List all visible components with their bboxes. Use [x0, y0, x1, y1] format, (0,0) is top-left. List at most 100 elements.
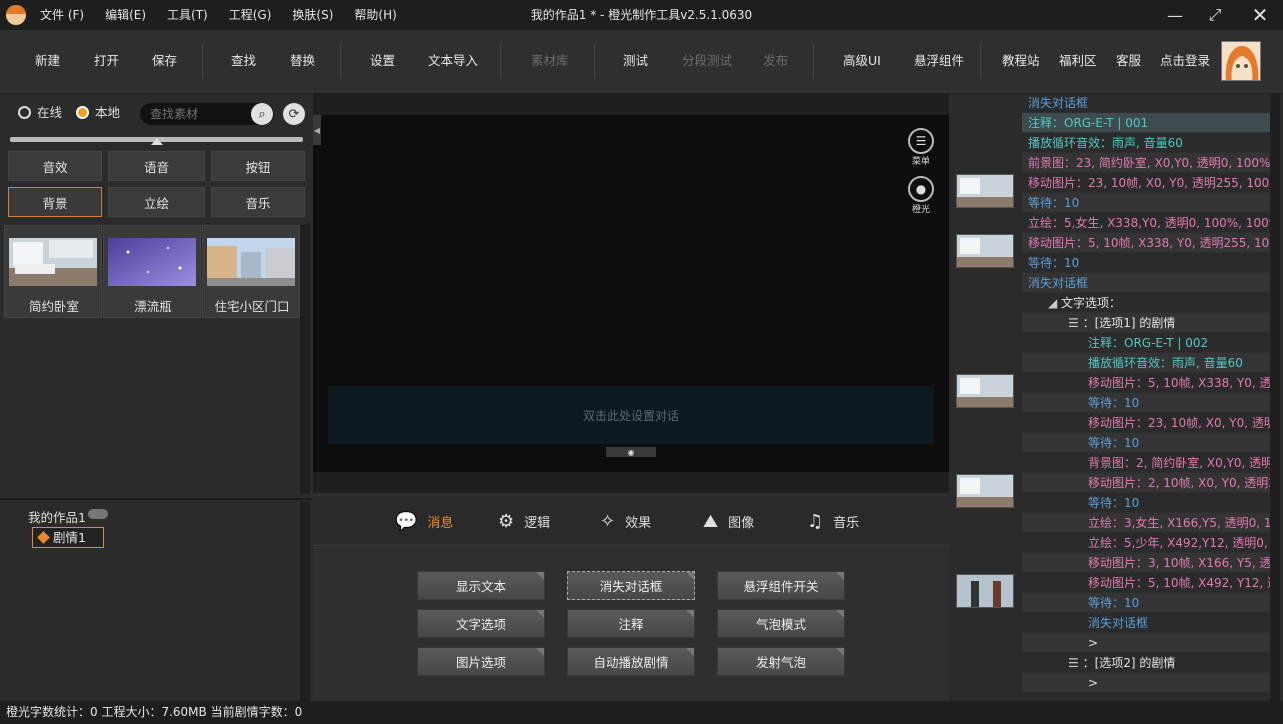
eye-icon[interactable]: [88, 509, 108, 519]
search-icon[interactable]: ⌕: [251, 103, 273, 125]
asset-scrollbar[interactable]: [300, 224, 310, 494]
bubble-mode-button[interactable]: 气泡模式: [717, 609, 845, 638]
script-line[interactable]: 立绘：3,女生, X166,Y5, 透明0, 100%: [1022, 513, 1270, 533]
menu-project[interactable]: 工程(G): [229, 0, 272, 30]
script-line[interactable]: 播放循环音效：雨声, 音量60: [1022, 133, 1270, 153]
floating-widget-button[interactable]: 悬浮组件: [914, 30, 964, 92]
script-scrollbar[interactable]: [1270, 93, 1280, 701]
category-sfx[interactable]: 音效: [8, 151, 102, 181]
script-line[interactable]: 背景图：2, 简约卧室, X0,Y0, 透明0, 1: [1022, 453, 1270, 473]
script-line-text: 背景图：2, 简约卧室, X0,Y0, 透明0, 1: [1088, 456, 1270, 470]
restore-button[interactable]: ⤢: [1195, 0, 1235, 30]
autoplay-button[interactable]: 自动播放剧情: [567, 647, 695, 676]
script-line[interactable]: 等待：10: [1022, 593, 1270, 613]
script-line[interactable]: 立绘：5,少年, X492,Y12, 透明0, 100%: [1022, 533, 1270, 553]
menu-tools[interactable]: 工具(T): [167, 0, 208, 30]
script-line[interactable]: ◢ 文字选项：: [1022, 293, 1270, 313]
menu-skin[interactable]: 换肤(S): [292, 0, 333, 30]
service-link[interactable]: 客服: [1116, 30, 1141, 92]
script-line[interactable]: 移动图片：5, 10帧, X338, Y0, 透明0, 1: [1022, 373, 1270, 393]
preview-menu-button[interactable]: ☰ 菜单: [907, 128, 935, 167]
show-text-button[interactable]: 显示文本: [417, 571, 545, 600]
script-line[interactable]: 等待：10: [1022, 393, 1270, 413]
script-line[interactable]: 立绘：5,女生, X338,Y0, 透明0, 100%, 100%: [1022, 213, 1270, 233]
script-line[interactable]: 注释：ORG-E-T | 001: [1022, 113, 1270, 133]
category-button[interactable]: 按钮: [211, 151, 305, 181]
asset-item[interactable]: 住宅小区门口: [202, 225, 300, 318]
script-line[interactable]: 等待：10: [1022, 253, 1270, 273]
tab-music[interactable]: ♫ 音乐: [807, 496, 859, 546]
script-line[interactable]: 移动图片：2, 10帧, X0, Y0, 透明255,: [1022, 473, 1270, 493]
script-line[interactable]: 等待：10: [1022, 493, 1270, 513]
menu-help[interactable]: 帮助(H): [354, 0, 396, 30]
script-line[interactable]: ☰ ：[选项2] 的剧情: [1022, 653, 1270, 673]
asset-library-button[interactable]: 素材库: [531, 30, 569, 92]
find-button[interactable]: 查找: [231, 30, 256, 92]
open-button[interactable]: 打开: [94, 30, 119, 92]
refresh-icon[interactable]: ⟳: [283, 103, 305, 125]
category-music[interactable]: 音乐: [211, 187, 305, 217]
tab-logic[interactable]: ⚙ 逻辑: [498, 496, 550, 546]
category-voice[interactable]: 语音: [108, 151, 205, 181]
menu-file[interactable]: 文件 (F): [40, 0, 84, 30]
close-button[interactable]: ✕: [1240, 0, 1280, 30]
new-button[interactable]: 新建: [35, 30, 60, 92]
slider-handle[interactable]: [151, 138, 163, 145]
replace-button[interactable]: 替换: [290, 30, 315, 92]
script-line[interactable]: 移动图片：5, 10帧, X338, Y0, 透明255, 100%: [1022, 233, 1270, 253]
settings-button[interactable]: 设置: [370, 30, 395, 92]
script-line[interactable]: ☰ ：[选项1] 的剧情: [1022, 313, 1270, 333]
test-button[interactable]: 测试: [623, 30, 648, 92]
script-line[interactable]: >: [1022, 633, 1270, 653]
toggle-visibility-icon[interactable]: ◉: [606, 447, 656, 457]
script-line[interactable]: >: [1022, 673, 1270, 693]
script-line-text: ：[选项2] 的剧情: [1082, 656, 1176, 670]
tree-scrollbar[interactable]: [300, 501, 310, 701]
preview-orange-button[interactable]: ● 橙光: [907, 176, 935, 215]
script-line[interactable]: 等待：10: [1022, 193, 1270, 213]
toolbar-divider: [980, 43, 981, 79]
text-option-button[interactable]: 文字选项: [417, 609, 545, 638]
script-line[interactable]: 移动图片：5, 10帧, X492, Y12, 透明2: [1022, 573, 1270, 593]
dialog-box[interactable]: 双击此处设置对话: [328, 386, 934, 444]
tab-message[interactable]: 💬 消息: [395, 496, 453, 546]
login-link[interactable]: 点击登录: [1160, 30, 1210, 92]
script-line[interactable]: 播放循环音效：雨声, 音量60: [1022, 353, 1270, 373]
category-character[interactable]: 立绘: [108, 187, 205, 217]
script-line[interactable]: 消失对话框: [1022, 273, 1270, 293]
script-line[interactable]: 前景图：23, 简约卧室, X0,Y0, 透明0, 100%, 1: [1022, 153, 1270, 173]
image-option-button[interactable]: 图片选项: [417, 647, 545, 676]
save-button[interactable]: 保存: [152, 30, 177, 92]
script-line[interactable]: 消失对话框: [1022, 93, 1270, 113]
hide-dialog-button[interactable]: 消失对话框: [567, 571, 695, 600]
collapse-triangle-icon[interactable]: ◢: [1048, 296, 1061, 310]
tab-image[interactable]: ⛰ 图像: [703, 496, 754, 546]
menu-edit[interactable]: 编辑(E): [105, 0, 146, 30]
floating-toggle-button[interactable]: 悬浮组件开关: [717, 571, 845, 600]
collapse-left-icon[interactable]: ◀: [313, 115, 321, 145]
minimize-button[interactable]: —: [1155, 0, 1195, 30]
project-name[interactable]: 我的作品1: [28, 507, 86, 526]
advanced-ui-button[interactable]: 高级UI: [843, 30, 881, 92]
script-line[interactable]: 消失对话框: [1022, 613, 1270, 633]
comment-button[interactable]: 注释: [567, 609, 695, 638]
asset-item[interactable]: 漂流瓶: [103, 225, 201, 318]
local-radio[interactable]: [76, 106, 89, 119]
text-import-button[interactable]: 文本导入: [428, 30, 478, 92]
user-avatar[interactable]: [1221, 41, 1261, 81]
welfare-link[interactable]: 福利区: [1059, 30, 1097, 92]
script-line[interactable]: 等待：10: [1022, 433, 1270, 453]
script-line[interactable]: 移动图片：23, 10帧, X0, Y0, 透明255, 100%: [1022, 173, 1270, 193]
script-line[interactable]: 移动图片：3, 10帧, X166, Y5, 透明25: [1022, 553, 1270, 573]
category-background[interactable]: 背景: [8, 187, 102, 217]
online-radio[interactable]: [18, 106, 31, 119]
tutorial-link[interactable]: 教程站: [1002, 30, 1040, 92]
publish-button[interactable]: 发布: [763, 30, 788, 92]
segment-test-button[interactable]: 分段测试: [682, 30, 732, 92]
script-line[interactable]: 注释：ORG-E-T | 002: [1022, 333, 1270, 353]
asset-item[interactable]: 简约卧室: [4, 225, 102, 318]
script-line[interactable]: 移动图片：23, 10帧, X0, Y0, 透明0, 1: [1022, 413, 1270, 433]
scene-item[interactable]: 剧情1: [32, 527, 104, 548]
emit-bubble-button[interactable]: 发射气泡: [717, 647, 845, 676]
tab-effect[interactable]: ✧ 效果: [600, 496, 651, 546]
